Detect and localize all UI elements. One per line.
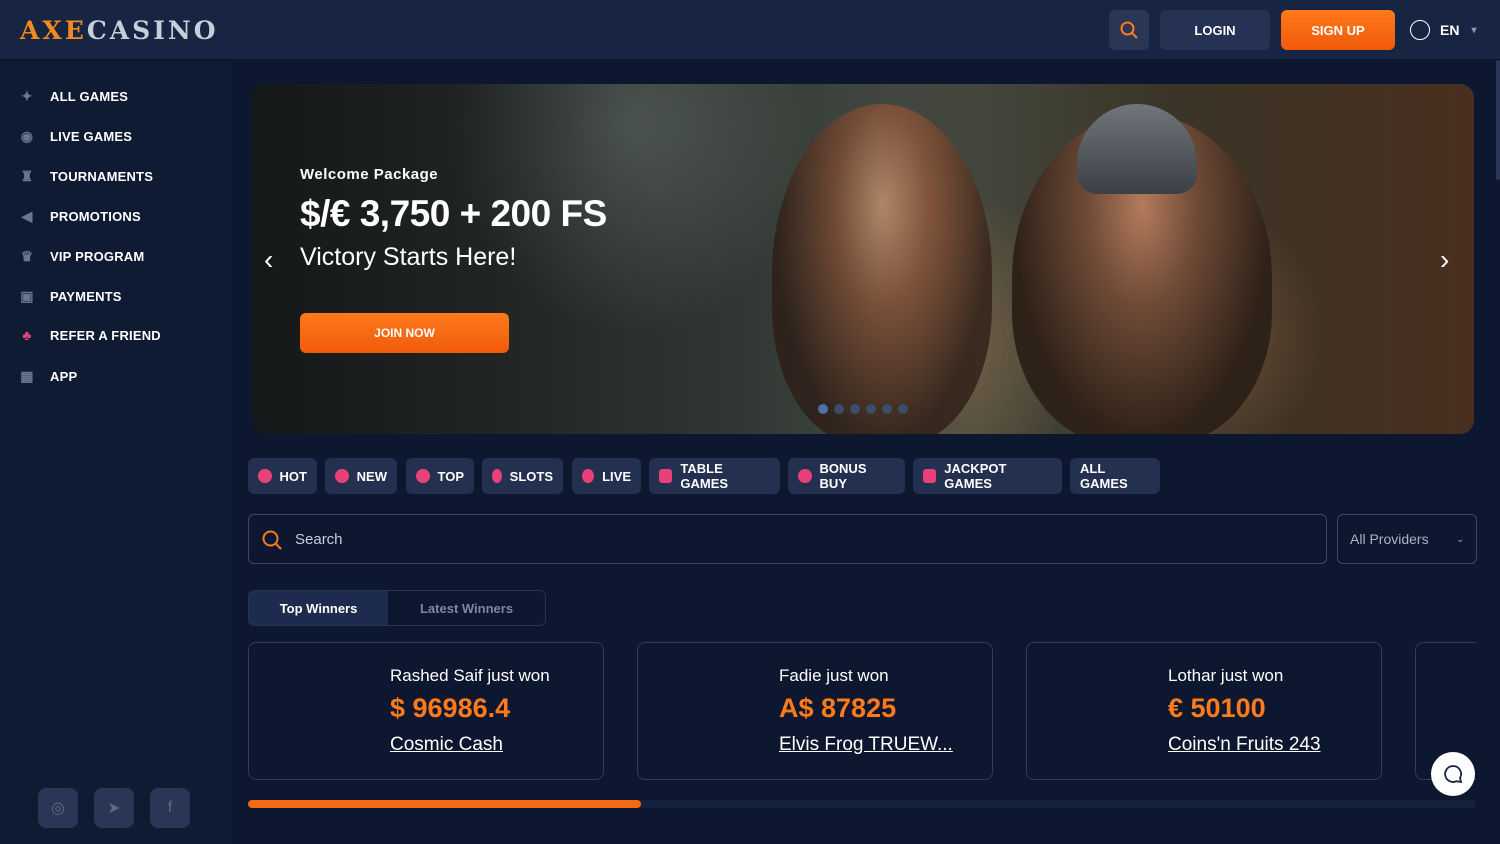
telegram-button[interactable]: ➤: [94, 788, 134, 828]
telegram-icon: ➤: [107, 800, 121, 817]
chat-bubble-icon: [1444, 765, 1463, 784]
hero-kicker: Welcome Package: [300, 166, 439, 183]
login-button[interactable]: LOGIN: [1160, 10, 1270, 50]
winner-amount: € 50100: [1168, 693, 1266, 723]
sidebar-item-app[interactable]: ▦ APP: [18, 364, 77, 388]
tab-top-winners[interactable]: Top Winners: [249, 591, 389, 625]
carousel-dot[interactable]: [882, 404, 892, 414]
page-scrollbar[interactable]: [1496, 60, 1500, 180]
category-top[interactable]: TOP: [406, 458, 474, 494]
sidebar-item-label: TOURNAMENTS: [50, 168, 154, 184]
sidebar-item-vip-program[interactable]: ♛ VIP PROGRAM: [18, 244, 145, 268]
winner-amount: A$ 87825: [779, 693, 897, 723]
axe-casino-logo[interactable]: AXE CASINO: [20, 14, 219, 46]
instagram-icon: ◎: [51, 800, 65, 817]
wallet-icon: ▣: [20, 287, 34, 304]
facebook-icon: f: [167, 799, 173, 816]
crown-icon: [416, 469, 430, 483]
winner-name: Fadie just won: [779, 666, 889, 685]
search-icon: [262, 530, 282, 550]
globe-icon: [1410, 20, 1430, 40]
category-slots[interactable]: SLOTS: [482, 458, 563, 494]
winners-tabs: Top Winners Latest Winners: [248, 590, 546, 626]
carousel-dot[interactable]: [866, 404, 876, 414]
gift-icon: [798, 469, 812, 483]
chevron-down-icon: ▾: [1471, 24, 1477, 36]
tab-latest-winners[interactable]: Latest Winners: [388, 591, 545, 625]
sidebar-item-label: PROMOTIONS: [50, 208, 141, 224]
carousel-dot[interactable]: [818, 404, 828, 414]
live-icon: [582, 469, 595, 483]
seven-icon: [923, 469, 937, 483]
providers-label: All Providers: [1350, 531, 1429, 547]
category-table-games[interactable]: TABLE GAMES: [649, 458, 780, 494]
sidebar-item-payments[interactable]: ▣ PAYMENTS: [18, 284, 122, 308]
chat-button[interactable]: [1431, 752, 1475, 796]
hero-text: Welcome Package $/€ 3,750 + 200 FS Victo…: [300, 166, 607, 272]
winner-card[interactable]: Fadie just won A$ 87825 Elvis Frog TRUEW…: [637, 642, 993, 780]
sidebar-item-live-games[interactable]: ◉ LIVE GAMES: [18, 124, 132, 148]
join-now-button[interactable]: JOIN NOW: [300, 313, 509, 353]
winner-card[interactable]: Lothar just won € 50100 Coins'n Fruits 2…: [1026, 642, 1382, 780]
instagram-button[interactable]: ◎: [38, 788, 78, 828]
carousel-dot[interactable]: [850, 404, 860, 414]
carousel-dot[interactable]: [898, 404, 908, 414]
winner-card[interactable]: Rashed Saif just won $ 96986.4 Cosmic Ca…: [248, 642, 604, 780]
game-search-input[interactable]: Search: [248, 514, 1327, 564]
category-all-games[interactable]: ALL GAMES: [1070, 458, 1160, 494]
sidebar-item-promotions[interactable]: ◀ PROMOTIONS: [18, 204, 141, 228]
logo-axe-text: AXE: [20, 15, 87, 45]
chevron-down-icon: ⌄: [1456, 533, 1464, 544]
users-icon: ♣: [22, 327, 32, 343]
sidebar-item-label: PAYMENTS: [50, 288, 122, 304]
hero-title: $/€ 3,750 + 200 FS: [300, 193, 607, 234]
sidebar-item-label: ALL GAMES: [50, 88, 129, 104]
winner-name: Lothar just won: [1168, 666, 1284, 685]
sidebar-item-label: VIP PROGRAM: [50, 248, 145, 264]
search-icon: [1120, 21, 1138, 39]
flame-icon: [258, 469, 272, 483]
carousel-dot[interactable]: [834, 404, 844, 414]
slot-machine-icon: [492, 469, 502, 483]
hero-banner[interactable]: Welcome Package $/€ 3,750 + 200 FS Victo…: [252, 84, 1474, 434]
winner-game-link[interactable]: Elvis Frog TRUEW...: [779, 734, 953, 756]
megaphone-icon: ◀: [21, 207, 33, 224]
language-label: EN: [1440, 22, 1460, 38]
category-live[interactable]: LIVE: [572, 458, 641, 494]
sidebar-item-all-games[interactable]: ✦ ALL GAMES: [18, 84, 128, 108]
grid-sparkle-icon: ✦: [21, 87, 33, 104]
language-selector[interactable]: EN ▾: [1410, 20, 1476, 40]
winners-carousel-progress: [248, 800, 641, 808]
carousel-next-icon[interactable]: ›: [1440, 244, 1449, 276]
winner-game-link[interactable]: Coins'n Fruits 243: [1168, 734, 1321, 756]
sidebar-item-tournaments[interactable]: ♜ TOURNAMENTS: [18, 164, 153, 188]
roulette-icon: ◉: [20, 127, 34, 144]
category-jackpot-games[interactable]: JACKPOT GAMES: [913, 458, 1062, 494]
facebook-button[interactable]: f: [150, 788, 190, 828]
winner-name: Rashed Saif just won: [390, 666, 550, 685]
trophy-icon: ♜: [20, 167, 34, 184]
winner-amount: $ 96986.4: [390, 693, 511, 723]
search-placeholder: Search: [295, 530, 343, 548]
header-search-button[interactable]: [1109, 10, 1149, 50]
providers-dropdown[interactable]: All Providers ⌄: [1337, 514, 1477, 564]
sidebar-item-label: APP: [50, 368, 78, 384]
sidebar-item-label: REFER A FRIEND: [50, 327, 161, 343]
crown-icon: ♛: [20, 247, 34, 264]
new-badge-icon: [335, 469, 349, 483]
apps-icon: ▦: [20, 367, 34, 384]
cards-icon: [659, 469, 673, 483]
category-new[interactable]: NEW: [325, 458, 397, 494]
category-bonus-buy[interactable]: BONUS BUY: [788, 458, 905, 494]
winner-game-link[interactable]: Cosmic Cash: [390, 734, 503, 756]
sidebar-item-label: LIVE GAMES: [50, 128, 133, 144]
top-header: AXE CASINO LOGIN SIGN UP EN ▾: [0, 0, 1500, 60]
category-hot[interactable]: HOT: [248, 458, 317, 494]
carousel-prev-icon[interactable]: ‹: [264, 244, 273, 276]
hero-subtitle: Victory Starts Here!: [300, 243, 517, 271]
signup-button[interactable]: SIGN UP: [1281, 10, 1395, 50]
sidebar-item-refer-a-friend[interactable]: ♣ REFER A FRIEND: [18, 323, 161, 347]
carousel-dots: [818, 404, 908, 414]
logo-casino-text: CASINO: [86, 15, 219, 45]
